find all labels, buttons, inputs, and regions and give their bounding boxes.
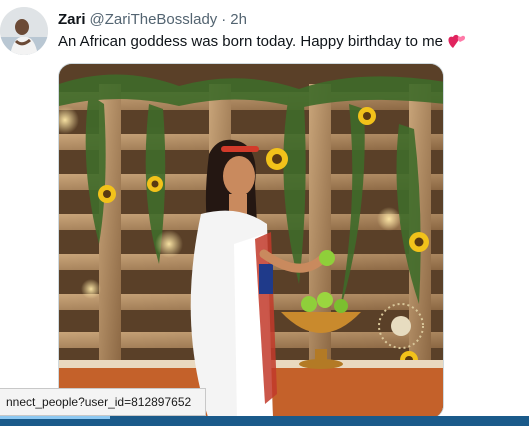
tweet-timestamp[interactable]: 2h xyxy=(230,11,247,28)
tweet-text-content: An African goddess was born today. Happy… xyxy=(58,32,443,50)
photo-scene xyxy=(59,64,443,418)
taskbar xyxy=(0,416,529,426)
tweet-text: An African goddess was born today. Happy… xyxy=(58,32,467,50)
separator-dot: · xyxy=(221,10,227,28)
taskbar-accent xyxy=(0,416,110,419)
tweet-header: Zari @ZariTheBosslady · 2h xyxy=(58,9,247,29)
tweet-photo[interactable] xyxy=(58,63,444,419)
display-name[interactable]: Zari xyxy=(58,11,86,28)
avatar[interactable] xyxy=(0,7,48,55)
browser-status-bar: nnect_people?user_id=812897652 xyxy=(0,388,206,416)
avatar-photo xyxy=(0,7,48,55)
status-url: nnect_people?user_id=812897652 xyxy=(6,395,192,409)
user-handle[interactable]: @ZariTheBosslady xyxy=(90,11,218,28)
revolving-hearts-icon xyxy=(447,32,467,50)
